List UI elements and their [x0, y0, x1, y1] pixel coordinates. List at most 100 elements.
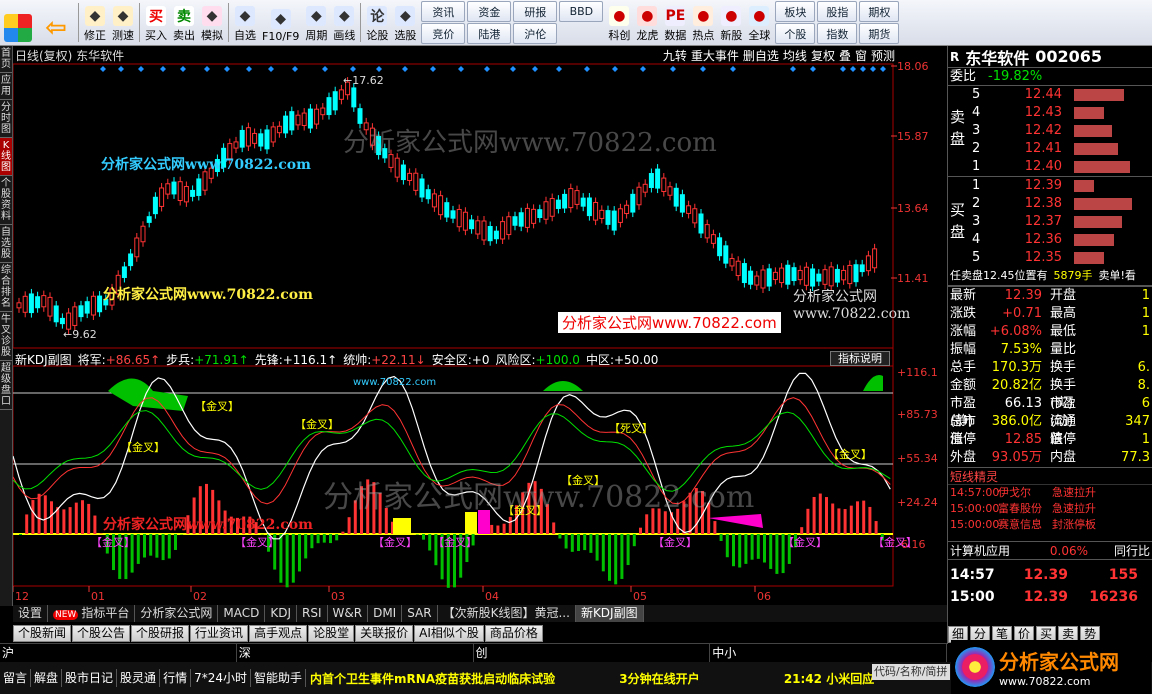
- chart-tool-3[interactable]: 均线: [783, 47, 807, 64]
- toolbar-right-btn-0[interactable]: ● 科创: [605, 0, 633, 45]
- ticker-item-3[interactable]: 21:42 小米回应: [784, 672, 874, 686]
- home-button[interactable]: [0, 0, 36, 45]
- indicator-help-button[interactable]: 指标说明: [830, 351, 890, 366]
- status-item-1[interactable]: 解盘: [31, 669, 63, 687]
- toolbar-btn-10[interactable]: ◆ 选股: [391, 0, 419, 45]
- ticker-item-1[interactable]: 内首个卫生事件mRNA疫苗获批启动临床试验: [310, 672, 555, 686]
- buy-level[interactable]: 3 12.37: [948, 213, 1152, 231]
- index-cell-2[interactable]: 创: [474, 644, 711, 662]
- grid-button-4[interactable]: 竞价: [421, 23, 466, 44]
- info-tab-2[interactable]: 个股研报: [131, 625, 190, 642]
- grid2-button-0[interactable]: 板块: [775, 1, 816, 22]
- toolbar-btn-6[interactable]: ◆ F10/F9: [259, 0, 302, 45]
- status-item-0[interactable]: 留言: [0, 669, 32, 687]
- left-tab-3[interactable]: K线图: [0, 138, 12, 176]
- index-cell-0[interactable]: 沪: [0, 644, 237, 662]
- toolbar-btn-0[interactable]: ◆ 修正: [81, 0, 109, 45]
- chart-tool-5[interactable]: 叠: [839, 47, 851, 64]
- status-item-2[interactable]: 股市日记: [62, 669, 118, 687]
- toolbar-btn-3[interactable]: 卖卖出: [170, 0, 198, 45]
- sell-level[interactable]: 2 12.41: [948, 140, 1152, 158]
- left-tab-2[interactable]: 分时图: [0, 100, 12, 138]
- chart-tool-1[interactable]: 重大事件: [691, 47, 739, 64]
- toolbar-right-btn-4[interactable]: ● 新股: [717, 0, 745, 45]
- toolbar-btn-5[interactable]: ◆ 自选: [231, 0, 259, 45]
- industry-row[interactable]: 计算机应用 0.06% 同行比: [948, 541, 1152, 559]
- grid-button-1[interactable]: 资金: [467, 1, 512, 22]
- chart-tool-4[interactable]: 复权: [811, 47, 835, 64]
- status-item-6[interactable]: 智能助手: [251, 669, 306, 687]
- grid2-button-5[interactable]: 期货: [859, 23, 900, 44]
- ticker-item-2[interactable]: 3分钟在线开户: [619, 672, 699, 686]
- indicator-tab-9[interactable]: 【次新股K线图】黄冠...: [438, 605, 576, 622]
- code-search-input[interactable]: 代码/名称/简拼: [872, 664, 950, 680]
- status-item-4[interactable]: 行情: [160, 669, 192, 687]
- grid-button-6[interactable]: 沪伦: [513, 23, 558, 44]
- index-cell-3[interactable]: 中小: [710, 644, 947, 662]
- indicator-tab-1[interactable]: NEW 指标平台: [48, 605, 136, 622]
- left-tab-5[interactable]: 自选股: [0, 225, 12, 263]
- grid2-button-2[interactable]: 期权: [859, 1, 900, 22]
- toolbar-right-btn-5[interactable]: ● 全球: [745, 0, 773, 45]
- news-section-title[interactable]: 短线精灵: [948, 467, 1152, 485]
- status-item-3[interactable]: 股灵通: [117, 669, 161, 687]
- chart-tool-7[interactable]: 预测: [871, 47, 895, 64]
- grid-button-3[interactable]: BBD: [559, 1, 604, 22]
- indicator-tab-10[interactable]: 新KDJ副图: [575, 605, 644, 622]
- left-tab-6[interactable]: 综合排名: [0, 263, 12, 312]
- indicator-tab-7[interactable]: DMI: [368, 605, 403, 622]
- info-tab-8[interactable]: 商品价格: [484, 625, 543, 642]
- chart-tool-2[interactable]: 删自选: [743, 47, 779, 64]
- indicator-tab-8[interactable]: SAR: [402, 605, 438, 622]
- buy-level[interactable]: 1 12.39: [948, 177, 1152, 195]
- left-tab-1[interactable]: 应用: [0, 73, 12, 100]
- toolbar-btn-2[interactable]: 买买入: [142, 0, 170, 45]
- news-item[interactable]: 14:57:00 伊戈尔 急速拉升: [948, 485, 1152, 501]
- index-cell-1[interactable]: 深: [237, 644, 474, 662]
- toolbar-btn-7[interactable]: ◆ 周期: [302, 0, 330, 45]
- left-tab-4[interactable]: 个股资料: [0, 176, 12, 225]
- chart-area[interactable]: 18.06 15.87 13.64 11.41 ←17.62 ←9.62 +116.1 +85…: [13, 46, 947, 606]
- buy-level[interactable]: 2 12.38: [948, 195, 1152, 213]
- toolbar-btn-4[interactable]: ◆ 模拟: [198, 0, 226, 45]
- toolbar-btn-8[interactable]: ◆ 画线: [330, 0, 358, 45]
- indicator-tab-2[interactable]: 分析家公式网: [135, 605, 219, 622]
- info-tab-4[interactable]: 高手观点: [249, 625, 308, 642]
- indicator-tab-4[interactable]: KDJ: [265, 605, 298, 622]
- buy-level[interactable]: 4 12.36: [948, 231, 1152, 249]
- indicator-tab-3[interactable]: MACD: [218, 605, 266, 622]
- toolbar-btn-1[interactable]: ◆ 测速: [109, 0, 137, 45]
- back-button[interactable]: ⇦: [36, 0, 76, 45]
- sell-level[interactable]: 4 12.43: [948, 104, 1152, 122]
- info-tab-0[interactable]: 个股新闻: [13, 625, 72, 642]
- info-tab-1[interactable]: 个股公告: [72, 625, 131, 642]
- toolbar-right-btn-2[interactable]: PE 数据: [661, 0, 689, 45]
- left-tab-7[interactable]: 牛叉诊股: [0, 312, 12, 361]
- info-tab-6[interactable]: 关联报价: [355, 625, 414, 642]
- chart-tool-0[interactable]: 九转: [663, 47, 687, 64]
- toolbar-btn-9[interactable]: 论论股: [363, 0, 391, 45]
- news-item[interactable]: 15:00:00 赛意信息 封涨停板: [948, 517, 1152, 533]
- sell-level[interactable]: 1 12.40: [948, 158, 1152, 176]
- grid-button-2[interactable]: 研报: [513, 1, 558, 22]
- news-item[interactable]: 15:00:00 富春股份 急速拉升: [948, 501, 1152, 517]
- left-tab-8[interactable]: 超级盘口: [0, 361, 12, 410]
- status-item-5[interactable]: 7*24小时: [191, 669, 251, 687]
- grid-button-0[interactable]: 资讯: [421, 1, 466, 22]
- news-ticker[interactable]: 内首个卫生事件mRNA疫苗获批启动临床试验 3分钟在线开户 21:42 小米回应: [310, 670, 874, 687]
- indicator-tab-6[interactable]: W&R: [328, 605, 369, 622]
- sell-level[interactable]: 5 12.44: [948, 86, 1152, 104]
- chart-tool-6[interactable]: 窗: [855, 47, 867, 64]
- grid2-button-4[interactable]: 指数: [817, 23, 858, 44]
- indicator-tab-5[interactable]: RSI: [297, 605, 328, 622]
- left-tab-0[interactable]: 首页: [0, 46, 12, 73]
- toolbar-right-btn-3[interactable]: ● 热点: [689, 0, 717, 45]
- info-tab-7[interactable]: AI相似个股: [414, 625, 484, 642]
- sell-level[interactable]: 3 12.42: [948, 122, 1152, 140]
- info-tab-5[interactable]: 论股堂: [308, 625, 355, 642]
- buy-level[interactable]: 5 12.35: [948, 249, 1152, 267]
- info-tab-3[interactable]: 行业资讯: [190, 625, 249, 642]
- grid-button-5[interactable]: 陆港: [467, 23, 512, 44]
- grid2-button-1[interactable]: 股指: [817, 1, 858, 22]
- toolbar-right-btn-1[interactable]: ● 龙虎: [633, 0, 661, 45]
